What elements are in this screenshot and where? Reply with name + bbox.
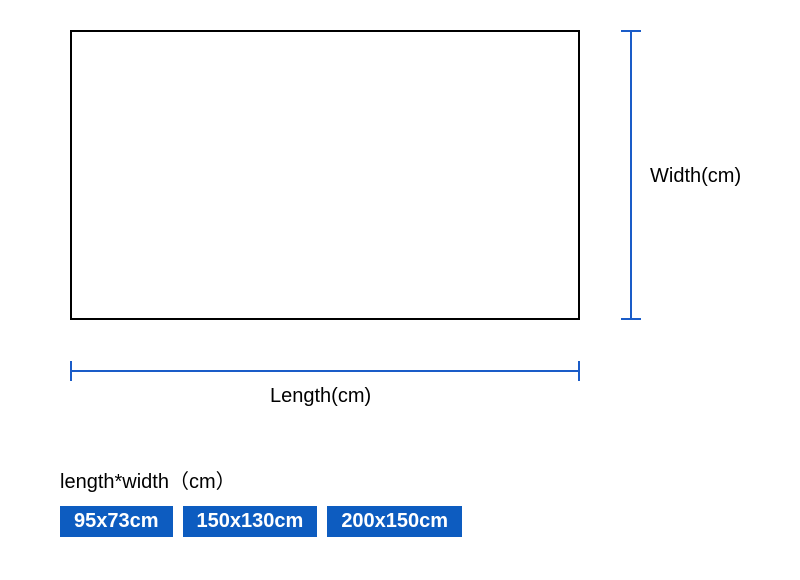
length-label: Length(cm)	[270, 385, 371, 408]
sizes-title: length*width（cm）	[60, 465, 462, 494]
width-label: Width(cm)	[650, 165, 741, 188]
width-dimension-line	[630, 30, 632, 320]
sizes-section: length*width（cm） 95x73cm 150x130cm 200x1…	[60, 465, 462, 537]
size-option[interactable]: 95x73cm	[60, 506, 173, 537]
product-rectangle	[70, 30, 580, 320]
length-dimension-line	[70, 370, 580, 372]
dimension-diagram: Width(cm) Length(cm)	[70, 30, 750, 400]
size-option[interactable]: 200x150cm	[327, 506, 462, 537]
size-option[interactable]: 150x130cm	[183, 506, 318, 537]
size-options-row: 95x73cm 150x130cm 200x150cm	[60, 506, 462, 537]
